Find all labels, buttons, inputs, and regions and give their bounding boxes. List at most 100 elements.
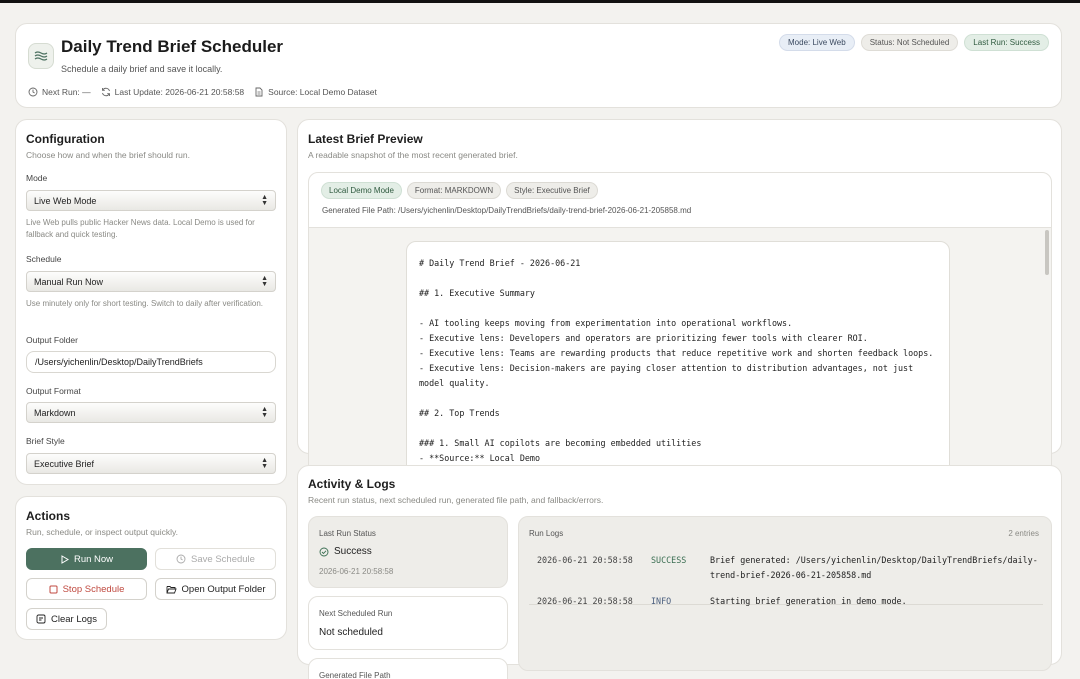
next-run-text: Next Run: — (42, 87, 91, 97)
doc-line: - Executive lens: Teams are rewarding pr… (419, 348, 934, 358)
brief-style-label: Brief Style (26, 436, 65, 446)
output-format-value: Markdown (34, 407, 76, 418)
header-meta-row: Next Run: — Last Update: 2026-06-21 20:5… (28, 87, 377, 97)
configuration-title: Configuration (26, 132, 105, 146)
clock-icon (176, 554, 186, 564)
doc-subheading: ### 1. Small AI copilots are becoming em… (419, 438, 702, 448)
schedule-select[interactable]: Manual Run Now ▲ ▼ (26, 271, 276, 292)
select-arrows-icon: ▲ ▼ (261, 193, 268, 207)
mode-select[interactable]: Live Web Mode ▲ ▼ (26, 190, 276, 211)
run-logs-count: 2 entries (1008, 529, 1039, 538)
output-format-label: Output Format (26, 386, 81, 396)
last-run-status-card: Last Run Status Success 2026-06-21 20:58… (308, 516, 508, 588)
run-now-button[interactable]: Run Now (26, 548, 147, 570)
save-schedule-button[interactable]: Save Schedule (155, 548, 276, 570)
next-scheduled-run-label: Next Scheduled Run (319, 609, 393, 618)
preview-frame: Local Demo Mode Format: MARKDOWN Style: … (308, 172, 1052, 482)
open-output-folder-button[interactable]: Open Output Folder (155, 578, 276, 600)
folder-open-icon (166, 585, 177, 593)
select-arrows-icon: ▲ ▼ (261, 456, 268, 470)
next-run-meta: Next Run: — (28, 87, 91, 97)
wave-logo-icon (28, 43, 54, 69)
header-card: Daily Trend Brief Scheduler Schedule a d… (15, 23, 1062, 108)
next-scheduled-run-card: Next Scheduled Run Not scheduled (308, 596, 508, 650)
open-output-folder-label: Open Output Folder (181, 583, 266, 595)
doc-line: - Executive lens: Decision-makers are pa… (419, 363, 919, 388)
last-update-meta: Last Update: 2026-06-21 20:58:58 (101, 87, 245, 97)
select-arrows-icon: ▲ ▼ (261, 405, 268, 419)
configuration-subtitle: Choose how and when the brief should run… (26, 150, 190, 160)
preview-chips: Local Demo Mode Format: MARKDOWN Style: … (321, 182, 598, 199)
refresh-icon (101, 87, 110, 97)
log-row: 2026-06-21 20:58:58 SUCCESS Brief genera… (529, 553, 1043, 583)
generated-file-path: Generated File Path: /Users/yichenlin/De… (322, 206, 692, 215)
last-update-text: Last Update: 2026-06-21 20:58:58 (114, 87, 245, 97)
doc-section-heading: ## 2. Top Trends (419, 408, 500, 418)
log-message: Brief generated: /Users/yichenlin/Deskto… (710, 555, 1038, 580)
log-message: Starting brief generation in demo mode. (710, 596, 907, 606)
chip-mode: Local Demo Mode (321, 182, 402, 199)
run-logs-title: Run Logs (529, 529, 564, 538)
chip-style: Style: Executive Brief (506, 182, 598, 199)
page-subtitle: Schedule a daily brief and save it local… (61, 64, 223, 74)
output-format-select[interactable]: Markdown ▲ ▼ (26, 402, 276, 423)
preview-subtitle: A readable snapshot of the most recent g… (308, 150, 518, 160)
play-icon (61, 554, 69, 564)
log-level: SUCCESS (651, 555, 687, 565)
doc-line: - **Source:** Local Demo (419, 453, 541, 463)
preview-scroll-area[interactable]: # Daily Trend Brief - 2026-06-21 ## 1. E… (309, 227, 1051, 481)
doc-heading: # Daily Trend Brief - 2026-06-21 (419, 258, 581, 268)
log-row: 2026-06-21 20:58:58 INFO Starting brief … (529, 594, 1043, 609)
select-arrows-icon: ▲ ▼ (261, 274, 268, 288)
clear-logs-button[interactable]: Clear Logs (26, 608, 107, 630)
configuration-card: Configuration Choose how and when the br… (15, 119, 287, 485)
save-schedule-label: Save Schedule (191, 553, 255, 565)
source-text: Source: Local Demo Dataset (268, 87, 377, 97)
doc-line: - AI tooling keeps moving from experimen… (419, 318, 793, 328)
last-run-status-label: Last Run Status (319, 529, 376, 538)
log-time: 2026-06-21 20:58:58 (537, 555, 633, 565)
activity-logs-card: Activity & Logs Recent run status, next … (297, 465, 1062, 679)
source-meta: Source: Local Demo Dataset (254, 87, 377, 97)
stop-icon (49, 585, 58, 593)
generated-file-path-label: Generated File Path (319, 671, 391, 679)
check-circle-icon (319, 547, 329, 556)
chip-format: Format: MARKDOWN (406, 182, 502, 199)
header-badges: Mode: Live Web Status: Not Scheduled Las… (779, 34, 1049, 51)
preview-title: Latest Brief Preview (308, 132, 423, 146)
generated-file-path-card: Generated File Path (308, 658, 508, 679)
output-folder-input[interactable]: /Users/yichenlin/Desktop/DailyTrendBrief… (26, 351, 276, 373)
mode-help: Live Web pulls public Hacker News data. … (26, 218, 255, 239)
output-folder-label: Output Folder (26, 335, 78, 345)
window-top-edge (0, 0, 1080, 3)
actions-card: Actions Run, schedule, or inspect output… (15, 496, 287, 640)
brief-style-select[interactable]: Executive Brief ▲ ▼ (26, 453, 276, 474)
actions-title: Actions (26, 509, 71, 523)
last-run-badge: Last Run: Success (964, 34, 1049, 51)
stop-schedule-button[interactable]: Stop Schedule (26, 578, 147, 600)
log-level: INFO (651, 596, 672, 606)
next-scheduled-run-value: Not scheduled (319, 627, 383, 638)
schedule-select-value: Manual Run Now (34, 276, 104, 287)
mode-select-value: Live Web Mode (34, 195, 97, 206)
run-now-label: Run Now (73, 553, 114, 565)
preview-scrollbar[interactable] (1045, 230, 1049, 275)
brief-document: # Daily Trend Brief - 2026-06-21 ## 1. E… (406, 241, 950, 481)
activity-subtitle: Recent run status, next scheduled run, g… (308, 495, 604, 505)
actions-subtitle: Run, schedule, or inspect output quickly… (26, 527, 178, 537)
last-run-status-value: Success (319, 546, 372, 557)
last-run-status-text: Success (334, 546, 372, 557)
mode-label: Mode (26, 173, 48, 183)
latest-brief-preview-card: Latest Brief Preview A readable snapshot… (297, 119, 1062, 482)
last-run-time: 2026-06-21 20:58:58 (319, 567, 394, 576)
page-title: Daily Trend Brief Scheduler (61, 37, 284, 56)
document-icon (255, 87, 263, 97)
log-time: 2026-06-21 20:58:58 (537, 596, 633, 606)
activity-title: Activity & Logs (308, 477, 396, 491)
doc-section-heading: ## 1. Executive Summary (419, 288, 535, 298)
output-folder-value: /Users/yichenlin/Desktop/DailyTrendBrief… (35, 357, 203, 367)
clock-icon (28, 87, 38, 97)
run-logs-panel: Run Logs 2 entries 2026-06-21 20:58:58 S… (518, 516, 1052, 671)
clear-logs-label: Clear Logs (51, 613, 97, 625)
mode-badge: Mode: Live Web (779, 34, 855, 51)
